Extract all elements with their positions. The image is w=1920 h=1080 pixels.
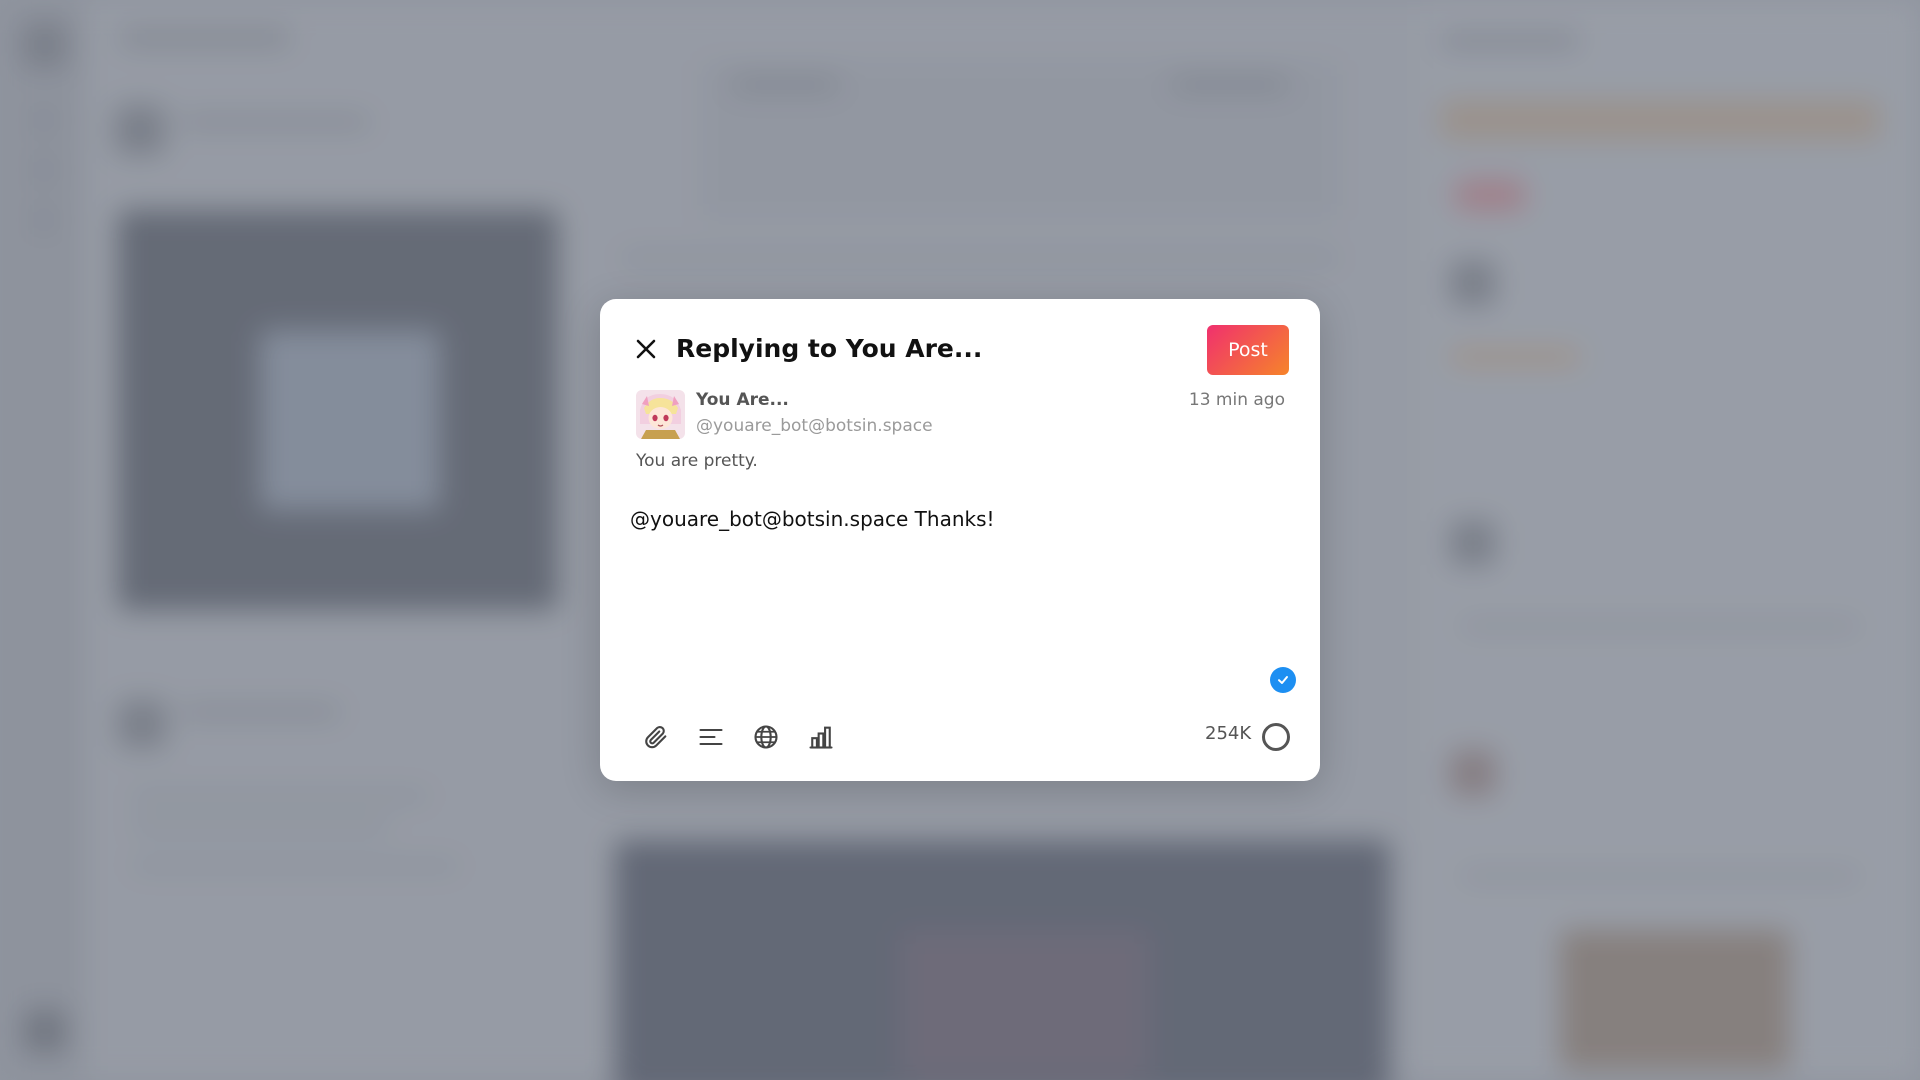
text-format-button[interactable] — [693, 719, 729, 755]
bar-chart-icon — [809, 726, 833, 749]
check-icon — [1278, 676, 1288, 684]
reply-dialog: Replying to You Are... Post You Are... @… — [600, 299, 1320, 781]
original-author-name[interactable]: You Are... — [696, 390, 789, 410]
original-post-time[interactable]: 13 min ago — [1189, 390, 1285, 410]
reply-textarea[interactable] — [630, 504, 1290, 654]
align-left-icon — [699, 728, 723, 746]
visibility-button[interactable] — [748, 719, 784, 755]
close-button[interactable] — [628, 331, 664, 367]
close-icon — [636, 339, 656, 359]
original-post-text: You are pretty. — [636, 451, 758, 471]
dialog-title: Replying to You Are... — [676, 334, 983, 363]
character-limit-ring — [1262, 723, 1290, 751]
post-button[interactable]: Post — [1207, 325, 1289, 375]
original-author-handle[interactable]: @youare_bot@botsin.space — [696, 416, 933, 436]
poll-button[interactable] — [803, 719, 839, 755]
character-count: 254K — [1205, 723, 1252, 744]
attach-media-button[interactable] — [638, 719, 674, 755]
avatar-image — [636, 390, 685, 439]
spellcheck-badge[interactable] — [1270, 667, 1296, 693]
paperclip-icon — [645, 725, 667, 749]
globe-icon — [754, 725, 778, 749]
avatar[interactable] — [636, 390, 685, 439]
